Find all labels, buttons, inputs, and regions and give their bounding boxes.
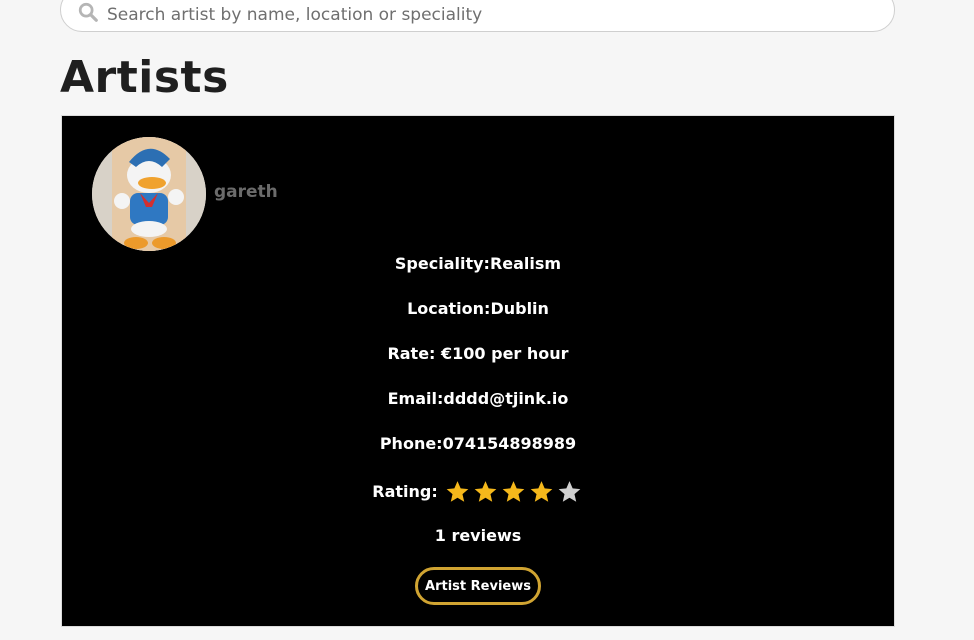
star-filled-icon [474,481,497,502]
search-bar[interactable] [60,0,895,32]
artist-name[interactable]: gareth [214,182,278,202]
rating-label: Rating: [372,481,438,501]
artist-rating: Rating: [62,477,894,505]
star-empty-icon [558,481,581,502]
artist-phone: Phone:074154898989 [379,434,577,453]
reviews-count: 1 reviews [434,526,522,545]
artist-reviews-button[interactable]: Artist Reviews [415,567,541,605]
avatar[interactable] [92,137,206,251]
star-filled-icon [446,481,469,502]
artist-rate: Rate: €100 per hour [387,344,569,363]
artist-location: Location:Dublin [407,299,549,318]
artist-email: Email:dddd@tjink.io [387,389,569,408]
avatar-image [92,137,206,251]
rating-stars [444,479,584,505]
star-filled-icon [502,481,525,502]
artist-speciality: Speciality:Realism [394,254,562,273]
search-icon [78,2,98,22]
artists-page: Artists gareth Speciality:Realism Locati… [0,0,974,640]
artist-card: gareth Speciality:Realism Location:Dubli… [61,115,895,627]
search-input[interactable] [107,5,867,25]
star-filled-icon [530,481,553,502]
page-title: Artists [60,52,229,103]
